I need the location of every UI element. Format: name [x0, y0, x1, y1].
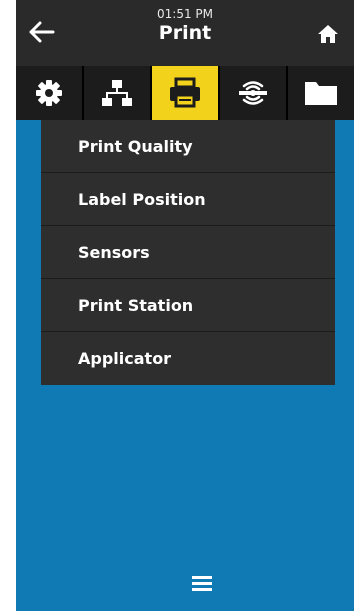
- hamburger-menu-icon[interactable]: [192, 576, 212, 594]
- tab-print[interactable]: [152, 66, 220, 120]
- tab-settings[interactable]: [16, 66, 84, 120]
- page-title: Print: [158, 22, 212, 44]
- tab-rfid[interactable]: [220, 66, 288, 120]
- header-bar: 01:51 PM Print: [16, 0, 354, 66]
- clock-time: 01:51 PM: [157, 7, 213, 21]
- home-icon: [318, 25, 338, 43]
- tab-network[interactable]: [84, 66, 152, 120]
- printer-icon: [170, 77, 200, 108]
- menu-item-label-position[interactable]: Label Position: [41, 173, 335, 226]
- network-icon: [102, 80, 132, 106]
- printer-screen: 01:51 PM Print Print Quality Label Posit…: [16, 0, 354, 611]
- menu-item-applicator[interactable]: Applicator: [41, 332, 335, 385]
- folder-icon: [305, 82, 337, 105]
- menu-item-print-station[interactable]: Print Station: [41, 279, 335, 332]
- home-button[interactable]: [306, 12, 350, 56]
- menu-item-print-quality[interactable]: Print Quality: [41, 120, 335, 173]
- gear-icon: [36, 80, 62, 106]
- tab-storage[interactable]: [288, 66, 354, 120]
- menu-item-sensors[interactable]: Sensors: [41, 226, 335, 279]
- print-menu-list: Print Quality Label Position Sensors Pri…: [41, 120, 335, 385]
- rfid-icon: [239, 81, 267, 105]
- category-tab-bar: [16, 66, 354, 120]
